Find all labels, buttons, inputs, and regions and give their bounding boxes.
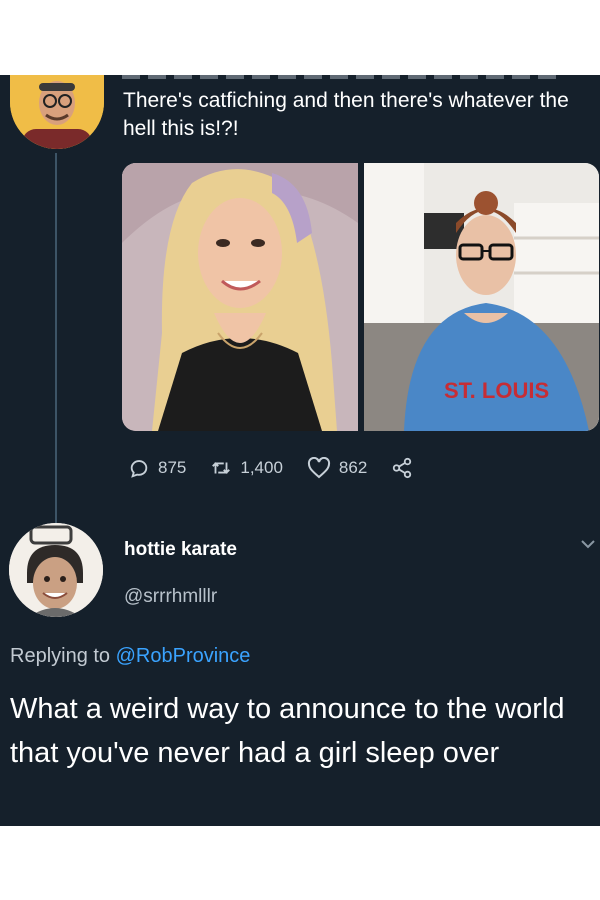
woman-glasses-hoodie-photo: ST. LOUIS bbox=[364, 163, 599, 431]
media-image-right[interactable]: ST. LOUIS bbox=[364, 163, 599, 431]
replying-to-mention[interactable]: @RobProvince bbox=[116, 645, 251, 667]
more-options-button[interactable] bbox=[580, 537, 596, 555]
replying-to-label: Replying to bbox=[10, 645, 111, 667]
retweet-icon bbox=[212, 462, 231, 474]
tweet-text: There's catfiching and then there's what… bbox=[123, 89, 569, 140]
thread-connector-line bbox=[55, 153, 57, 587]
like-icon bbox=[307, 457, 330, 479]
reply-count: 875 bbox=[158, 458, 187, 477]
avatar[interactable] bbox=[10, 75, 104, 149]
retweet-button[interactable]: 1,400 bbox=[210, 457, 283, 479]
share-button[interactable] bbox=[391, 457, 421, 479]
chevron-down-icon bbox=[581, 540, 595, 549]
share-icon bbox=[393, 457, 412, 479]
avatar-photo bbox=[9, 523, 103, 617]
like-button[interactable]: 862 bbox=[307, 457, 367, 479]
like-count: 862 bbox=[338, 458, 368, 477]
tweet-media[interactable]: ST. LOUIS bbox=[122, 163, 599, 431]
reply-icon bbox=[130, 460, 148, 478]
reply-author-handle[interactable]: @srrrhmlllr bbox=[124, 586, 217, 608]
replying-to-line: Replying to @RobProvince bbox=[10, 645, 250, 668]
reply-avatar[interactable] bbox=[9, 523, 103, 617]
woman-blonde-photo bbox=[122, 163, 358, 431]
tweet-thread: There's catfiching and then there's what… bbox=[0, 75, 600, 826]
media-image-left[interactable] bbox=[122, 163, 358, 431]
hoodie-print: ST. LOUIS bbox=[444, 378, 549, 403]
cropped-author-row bbox=[122, 75, 562, 79]
reply-author-name[interactable]: hottie karate bbox=[124, 539, 237, 561]
tweet-actions: 875 1,400 862 bbox=[128, 455, 445, 481]
avatar-photo bbox=[10, 75, 104, 149]
retweet-count: 1,400 bbox=[240, 458, 283, 477]
reply-button[interactable]: 875 bbox=[128, 457, 186, 479]
reply-text: What a weird way to announce to the worl… bbox=[10, 693, 565, 769]
